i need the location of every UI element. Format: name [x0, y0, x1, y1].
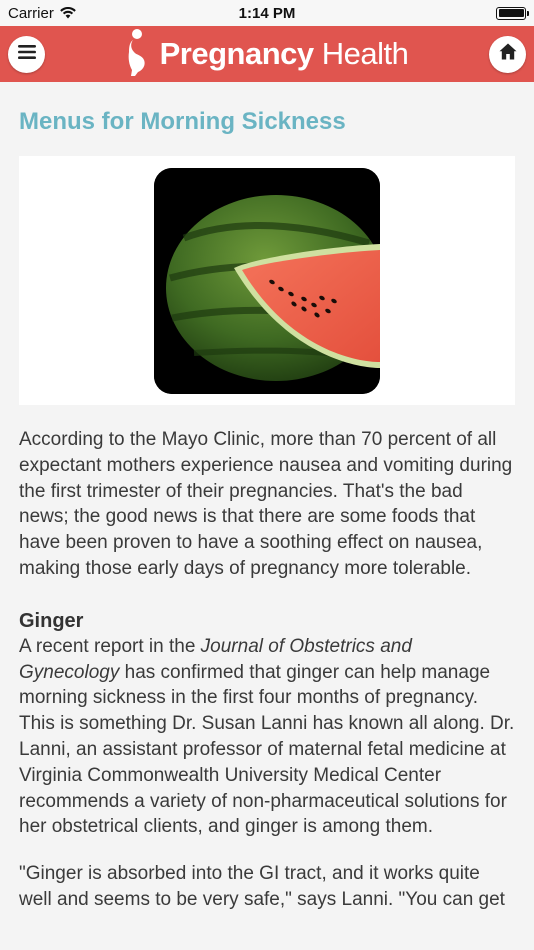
carrier-label: Carrier [8, 4, 54, 22]
wifi-icon [60, 7, 76, 19]
home-icon [499, 43, 517, 65]
brand-logo: Pregnancy Health [126, 28, 409, 81]
brand-name-light: Health [321, 36, 409, 71]
article-content: Menus for Morning Sickness According to … [0, 82, 534, 913]
brand-name: Pregnancy Health [160, 36, 409, 72]
intro-paragraph: According to the Mayo Clinic, more than … [19, 429, 513, 579]
brand-name-bold: Pregnancy [159, 36, 315, 71]
article-image-card [19, 156, 515, 405]
ginger-paragraph: A recent report in the Journal of Obstet… [19, 634, 515, 840]
hamburger-menu-icon [17, 44, 36, 64]
watermelon-image [154, 167, 380, 394]
quote-paragraph: "Ginger is absorbed into the GI tract, a… [19, 863, 505, 910]
pregnant-silhouette-icon [126, 28, 152, 81]
home-button[interactable] [489, 35, 526, 73]
menu-button[interactable] [8, 35, 45, 73]
status-time: 1:14 PM [238, 4, 296, 22]
status-left: Carrier [8, 5, 76, 22]
nav-bar: Pregnancy Health [0, 26, 534, 82]
battery-icon [496, 6, 529, 20]
battery-level [498, 9, 524, 17]
ginger-paragraph-lead: A recent report in the [19, 635, 201, 657]
status-bar: Carrier 1:14 PM [0, 0, 534, 26]
page-title: Menus for Morning Sickness [19, 108, 346, 135]
ginger-paragraph-body: has confirmed that ginger can help manag… [19, 661, 515, 838]
section-heading-ginger: Ginger [19, 609, 84, 632]
